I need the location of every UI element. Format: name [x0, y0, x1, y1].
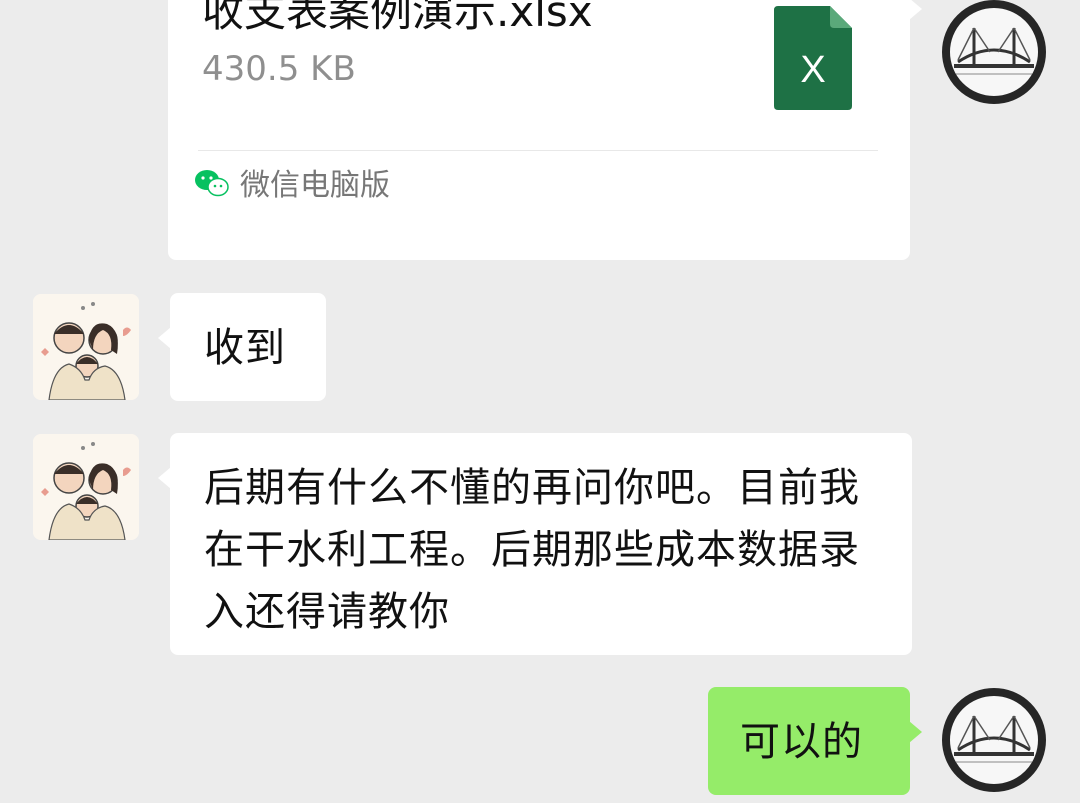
peer-avatar[interactable] [33, 294, 139, 400]
bridge-avatar-icon [954, 715, 1034, 763]
family-cartoon-avatar-icon [33, 294, 139, 400]
self-avatar[interactable] [942, 0, 1046, 104]
peer-avatar[interactable] [33, 434, 139, 540]
file-source-label: 微信电脑版 [240, 168, 390, 203]
file-name: 收支表案例演示.xlsx [202, 0, 593, 36]
excel-file-icon: X [774, 6, 852, 110]
file-size: 430.5 KB [202, 49, 356, 89]
bridge-avatar-icon [954, 27, 1034, 75]
message-text: 收到 [204, 325, 286, 371]
message-text: 后期有什么不懂的再问你吧。目前我在干水利工程。后期那些成本数据录入还得请教你 [204, 465, 860, 635]
file-message-card[interactable]: 收支表案例演示.xlsx 430.5 KB X 微信电脑版 [168, 0, 922, 260]
file-card-divider [198, 150, 878, 151]
incoming-message-bubble[interactable]: 收到 [158, 293, 326, 401]
outgoing-message-bubble[interactable]: 可以的 [708, 687, 922, 795]
family-cartoon-avatar-icon [33, 434, 139, 540]
excel-file-letter: X [800, 49, 825, 91]
incoming-message-bubble[interactable]: 后期有什么不懂的再问你吧。目前我在干水利工程。后期那些成本数据录入还得请教你 [158, 433, 912, 655]
self-avatar[interactable] [942, 688, 1046, 792]
message-text: 可以的 [740, 719, 863, 765]
wechat-logo-icon [195, 170, 229, 197]
